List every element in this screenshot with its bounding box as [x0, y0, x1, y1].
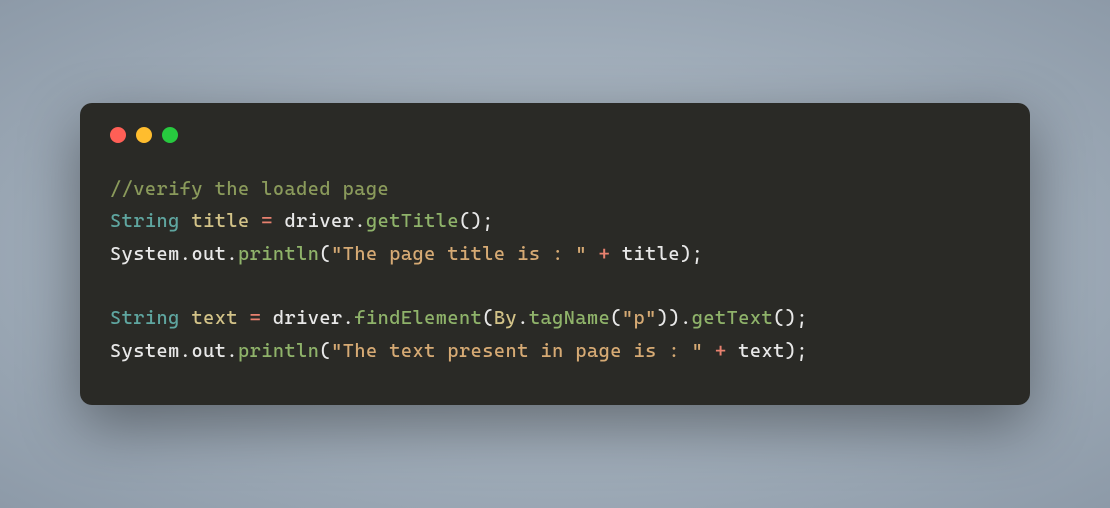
comment-line: //verify the loaded page [110, 178, 389, 200]
dot: . [343, 307, 355, 329]
minimize-icon[interactable] [136, 127, 152, 143]
string-literal: "The text present in page is : " [331, 340, 703, 362]
object: driver [285, 210, 355, 232]
method: getTitle [366, 210, 459, 232]
object: System [110, 243, 180, 265]
dot: . [226, 340, 238, 362]
operator: = [250, 210, 285, 232]
method: tagName [529, 307, 610, 329]
object: System [110, 340, 180, 362]
method: getText [692, 307, 773, 329]
variable: title [622, 243, 680, 265]
variable: title [191, 210, 249, 232]
operator: = [238, 307, 273, 329]
maximize-icon[interactable] [162, 127, 178, 143]
operator: + [703, 340, 738, 362]
operator: + [587, 243, 622, 265]
code-window: //verify the loaded page String title = … [80, 103, 1030, 405]
type-keyword: String [110, 210, 180, 232]
dot: . [180, 340, 192, 362]
object: driver [273, 307, 343, 329]
window-controls [110, 127, 1000, 143]
dot: . [680, 307, 692, 329]
paren-open: ( [610, 307, 622, 329]
code-block: //verify the loaded page String title = … [110, 173, 1000, 367]
variable: text [191, 307, 238, 329]
dot: . [517, 307, 529, 329]
dot: . [180, 243, 192, 265]
paren-open: ( [319, 340, 331, 362]
variable: text [738, 340, 785, 362]
paren-open: ( [482, 307, 494, 329]
method: findElement [354, 307, 482, 329]
dot: . [354, 210, 366, 232]
paren-close: (); [773, 307, 808, 329]
string-literal: "p" [622, 307, 657, 329]
class: By [494, 307, 517, 329]
method: println [238, 243, 319, 265]
close-icon[interactable] [110, 127, 126, 143]
paren-open: ( [319, 243, 331, 265]
paren-close: ); [785, 340, 808, 362]
object: out [191, 243, 226, 265]
type-keyword: String [110, 307, 180, 329]
dot: . [226, 243, 238, 265]
paren-close: ); [680, 243, 703, 265]
string-literal: "The page title is : " [331, 243, 587, 265]
paren-close: )) [657, 307, 680, 329]
object: out [191, 340, 226, 362]
paren: (); [459, 210, 494, 232]
method: println [238, 340, 319, 362]
